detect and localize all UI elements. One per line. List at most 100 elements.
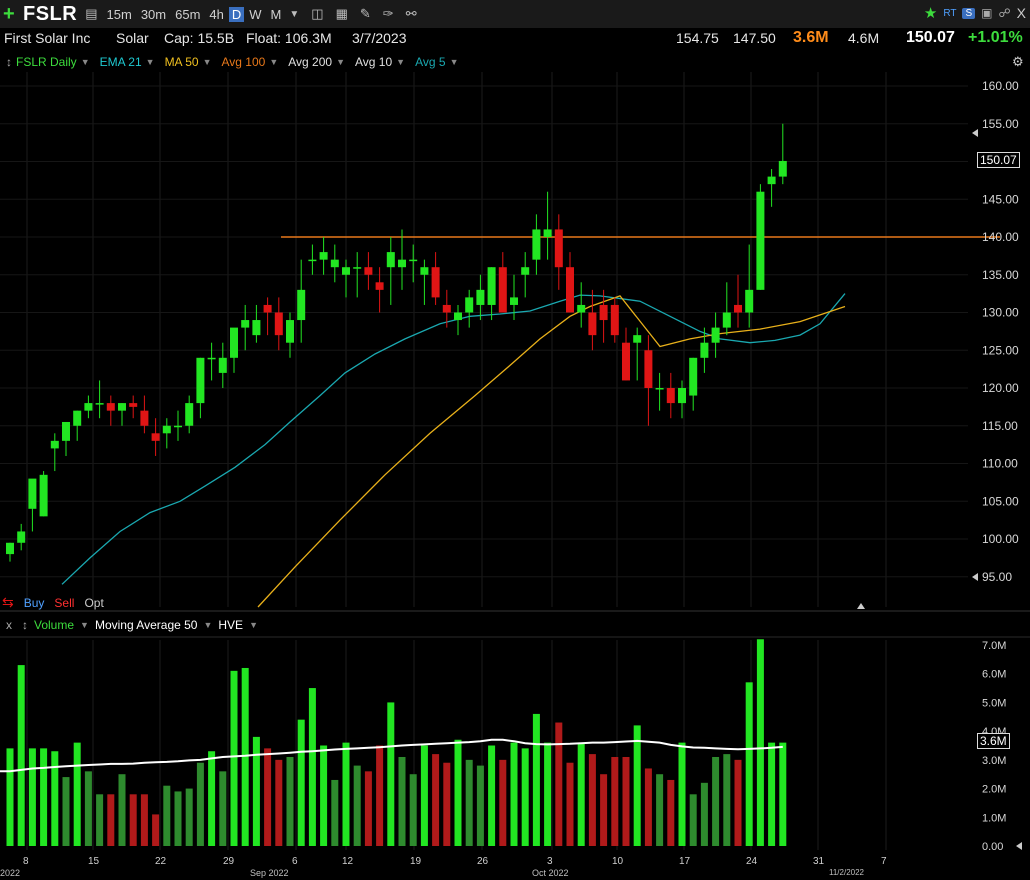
- ema21-line: [61, 293, 846, 585]
- volume-bar: [219, 771, 227, 846]
- link-icon[interactable]: ☍: [999, 6, 1011, 20]
- settings-icon[interactable]: ⚙: [1012, 54, 1024, 70]
- hve-caret-icon[interactable]: ▼: [249, 620, 258, 630]
- candle-body: [129, 403, 138, 407]
- x-month-label: Oct 2022: [532, 868, 569, 878]
- volume-bar: [308, 688, 316, 846]
- legend-ema21-caret-icon: ▼: [145, 57, 155, 67]
- volume-caret-icon[interactable]: ▼: [80, 620, 89, 630]
- edit-icon[interactable]: ✑: [383, 6, 394, 22]
- volume-bar: [633, 725, 641, 846]
- volume-bar: [84, 771, 92, 846]
- x-month-label: 11/2/2022: [829, 868, 864, 877]
- candle-body: [50, 440, 59, 449]
- candle-body: [666, 388, 675, 404]
- legend-avg200[interactable]: Avg 200 ▼: [284, 55, 345, 69]
- candle-body: [734, 304, 742, 313]
- company-name: First Solar Inc: [4, 30, 91, 46]
- volume-bar: [331, 779, 339, 846]
- share-icon[interactable]: ⚯: [406, 6, 417, 22]
- collapse-pane-icon: [857, 603, 865, 609]
- price-axis-label: 110.00: [982, 457, 1018, 471]
- trade-icon[interactable]: ⇆: [2, 594, 14, 611]
- candle-body: [286, 320, 294, 343]
- candle-body: [532, 229, 541, 260]
- price-axis-label: 145.00: [982, 192, 1019, 206]
- sell-button[interactable]: Sell: [54, 596, 74, 610]
- close-volume-pane-icon[interactable]: x: [6, 618, 12, 632]
- volume-axis-label: 6.0M: [982, 669, 1006, 681]
- price-volume-chart[interactable]: 160.00 155.00 15 0.00 145.00 140.00 135.00 130.…: [0, 0, 1030, 880]
- legend-avg5[interactable]: Avg 5 ▼: [411, 55, 458, 69]
- x-tick-label: 3: [547, 856, 553, 867]
- timeframe-weekly[interactable]: W: [249, 7, 261, 22]
- legend-ma50[interactable]: MA 50 ▼: [161, 55, 212, 69]
- volume-axis-label: 3.0M: [982, 755, 1006, 767]
- volume-ma-label[interactable]: Moving Average 50: [95, 618, 198, 632]
- ticker-symbol[interactable]: FSLR: [23, 3, 77, 26]
- legend-avg100[interactable]: Avg 100 ▼: [218, 55, 279, 69]
- volume-sort-icon[interactable]: ↕: [22, 618, 28, 632]
- day-low: 147.50: [733, 30, 776, 46]
- volume-bar: [600, 774, 608, 846]
- add-symbol-icon[interactable]: +: [3, 3, 19, 26]
- volume-bar: [420, 745, 428, 846]
- close-icon[interactable]: X: [1017, 5, 1026, 21]
- float-value: Float: 106.3M: [246, 30, 332, 46]
- options-button[interactable]: Opt: [84, 596, 103, 610]
- volume-bar: [398, 756, 406, 846]
- buy-button[interactable]: Buy: [24, 596, 45, 610]
- timeframe-65m[interactable]: 65m: [175, 7, 200, 22]
- timeframe-monthly[interactable]: M: [271, 7, 282, 22]
- drawing-tool-icon[interactable]: ✎: [360, 6, 371, 22]
- s-badge[interactable]: S: [962, 7, 976, 19]
- save-icon[interactable]: ▣: [981, 6, 992, 20]
- volume-bar: [51, 751, 59, 846]
- market-cap: Cap: 15.5B: [164, 30, 235, 46]
- candle-body: [778, 160, 787, 177]
- legend-symbol[interactable]: ↕ FSLR Daily ▼: [6, 55, 90, 69]
- price-axis-label: 160.00: [982, 79, 1019, 93]
- candle-body: [711, 327, 720, 343]
- volume-bar: [297, 719, 305, 846]
- tv-icon[interactable]: ◫: [311, 6, 323, 22]
- x-tick-label: 22: [155, 856, 167, 867]
- timeframe-4h[interactable]: 4h: [209, 7, 223, 22]
- price-axis-label: 130.00: [982, 306, 1019, 320]
- candle-body: [577, 304, 586, 313]
- volume-bar: [342, 742, 350, 846]
- price-marker-lower-icon: [972, 573, 978, 581]
- timeframe-15m[interactable]: 15m: [107, 7, 132, 22]
- volume-legend: x ↕ Volume ▼ Moving Average 50 ▼ HVE ▼: [0, 618, 258, 632]
- legend-ema21[interactable]: EMA 21 ▼: [96, 55, 155, 69]
- volume-axis-label: 5.0M: [982, 697, 1006, 709]
- legend-avg5-caret-icon: ▼: [449, 57, 459, 67]
- candle-body: [756, 191, 765, 290]
- candle-body: [398, 259, 406, 268]
- calculator-icon[interactable]: ▦: [336, 6, 348, 22]
- candle-body: [196, 357, 205, 404]
- layout-toggle-icon[interactable]: ▤: [85, 6, 97, 22]
- hve-label[interactable]: HVE: [218, 618, 243, 632]
- candle-body: [151, 433, 160, 441]
- realtime-badge[interactable]: RT: [943, 8, 956, 19]
- candle-body: [588, 312, 597, 336]
- volume-label[interactable]: Volume: [34, 618, 74, 632]
- legend-ma50-label: MA 50: [164, 55, 199, 69]
- x-tick-label: 29: [223, 856, 235, 867]
- candle-body: [274, 312, 283, 336]
- toolbar: + FSLR ▤ 15m 30m 65m 4h D W M ▼ ◫ ▦ ✎ ✑ …: [0, 0, 1030, 28]
- candle-body: [510, 297, 518, 305]
- x-month-label: 2022: [0, 868, 21, 878]
- timeframe-daily[interactable]: D: [228, 6, 245, 22]
- legend-avg10[interactable]: Avg 10 ▼: [351, 55, 405, 69]
- price-axis-label: 140.00: [982, 230, 1019, 244]
- volume-bar: [107, 794, 115, 846]
- star-icon[interactable]: ★: [924, 4, 937, 22]
- volume-ma-caret-icon[interactable]: ▼: [203, 620, 212, 630]
- candle-body: [644, 350, 653, 388]
- candle-body: [95, 403, 104, 405]
- timeframe-dropdown-icon[interactable]: ▼: [289, 9, 299, 20]
- timeframe-30m[interactable]: 30m: [141, 7, 166, 22]
- candle-body: [364, 267, 373, 275]
